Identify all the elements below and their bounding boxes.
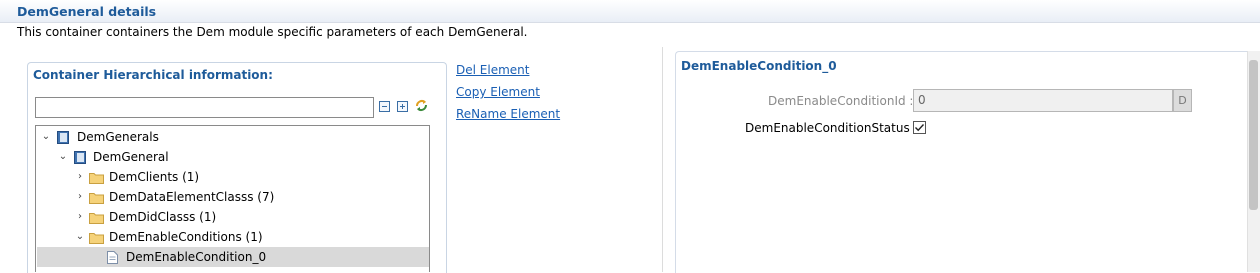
chevron-down-icon[interactable]: ⌄ <box>75 227 85 247</box>
tree-item-label: DemDidClasss (1) <box>109 210 217 224</box>
expand-all-icon[interactable] <box>397 101 408 112</box>
tree-item-label: DemClients (1) <box>109 170 200 184</box>
tree-item-demenableconditions[interactable]: ⌄ DemEnableConditions (1) <box>36 227 429 247</box>
panel-divider <box>662 47 663 272</box>
details-title: DemEnableCondition_0 <box>681 59 837 73</box>
derive-button[interactable]: D <box>1173 89 1192 112</box>
del-element-link[interactable]: Del Element <box>456 63 529 77</box>
tree-item-demdataelementclasss[interactable]: › DemDataElementClasss (7) <box>36 187 429 207</box>
document-icon <box>107 251 118 264</box>
chevron-down-icon[interactable]: ⌄ <box>58 147 68 167</box>
chevron-right-icon[interactable]: › <box>75 167 85 187</box>
tree-item-label: DemGeneral <box>93 150 169 164</box>
folder-icon <box>89 193 104 204</box>
tree-item-label: DemEnableConditions (1) <box>109 230 263 244</box>
tree-item-label: DemGenerals <box>77 130 159 144</box>
link-sync-icon[interactable] <box>414 98 429 113</box>
tree-item-demgeneral[interactable]: ⌄ DemGeneral <box>36 147 429 167</box>
tree-item-label: DemEnableCondition_0 <box>126 250 267 264</box>
chevron-right-icon[interactable]: › <box>75 207 85 227</box>
enable-condition-status-label: DemEnableConditionStatus : <box>745 121 918 135</box>
tree-item-demdidclasss[interactable]: › DemDidClasss (1) <box>36 207 429 227</box>
scrollbar-thumb[interactable] <box>1249 60 1258 210</box>
details-panel <box>675 51 1260 273</box>
enable-condition-id-field[interactable]: 0 <box>913 89 1173 112</box>
copy-element-link[interactable]: Copy Element <box>456 85 540 99</box>
chevron-right-icon[interactable]: › <box>75 187 85 207</box>
tree-item-demgenerals[interactable]: ⌄ DemGenerals <box>36 127 429 147</box>
tree-item-demenablecondition-0[interactable]: DemEnableCondition_0 <box>37 247 429 267</box>
folder-icon <box>89 233 104 244</box>
container-icon <box>57 131 69 144</box>
hierarchy-title: Container Hierarchical information: <box>33 68 273 82</box>
enable-condition-id-label: DemEnableConditionId : <box>768 94 914 108</box>
container-tree[interactable]: ⌄ DemGenerals ⌄ DemGeneral › DemClients … <box>35 125 430 272</box>
rename-element-link[interactable]: ReName Element <box>456 107 560 121</box>
collapse-all-icon[interactable] <box>379 101 390 112</box>
folder-icon <box>89 173 104 184</box>
chevron-down-icon[interactable]: ⌄ <box>41 127 51 147</box>
tree-item-demclients[interactable]: › DemClients (1) <box>36 167 429 187</box>
container-icon <box>74 151 86 164</box>
container-description: This container containers the Dem module… <box>17 25 528 39</box>
tree-item-label: DemDataElementClasss (7) <box>109 190 275 204</box>
page-title: DemGeneral details <box>17 4 157 19</box>
folder-icon <box>89 213 104 224</box>
details-header: DemGeneral details <box>0 0 1260 23</box>
tree-filter-input[interactable] <box>35 97 374 118</box>
checkmark-icon <box>915 124 925 132</box>
enable-condition-status-checkbox[interactable] <box>913 121 926 134</box>
